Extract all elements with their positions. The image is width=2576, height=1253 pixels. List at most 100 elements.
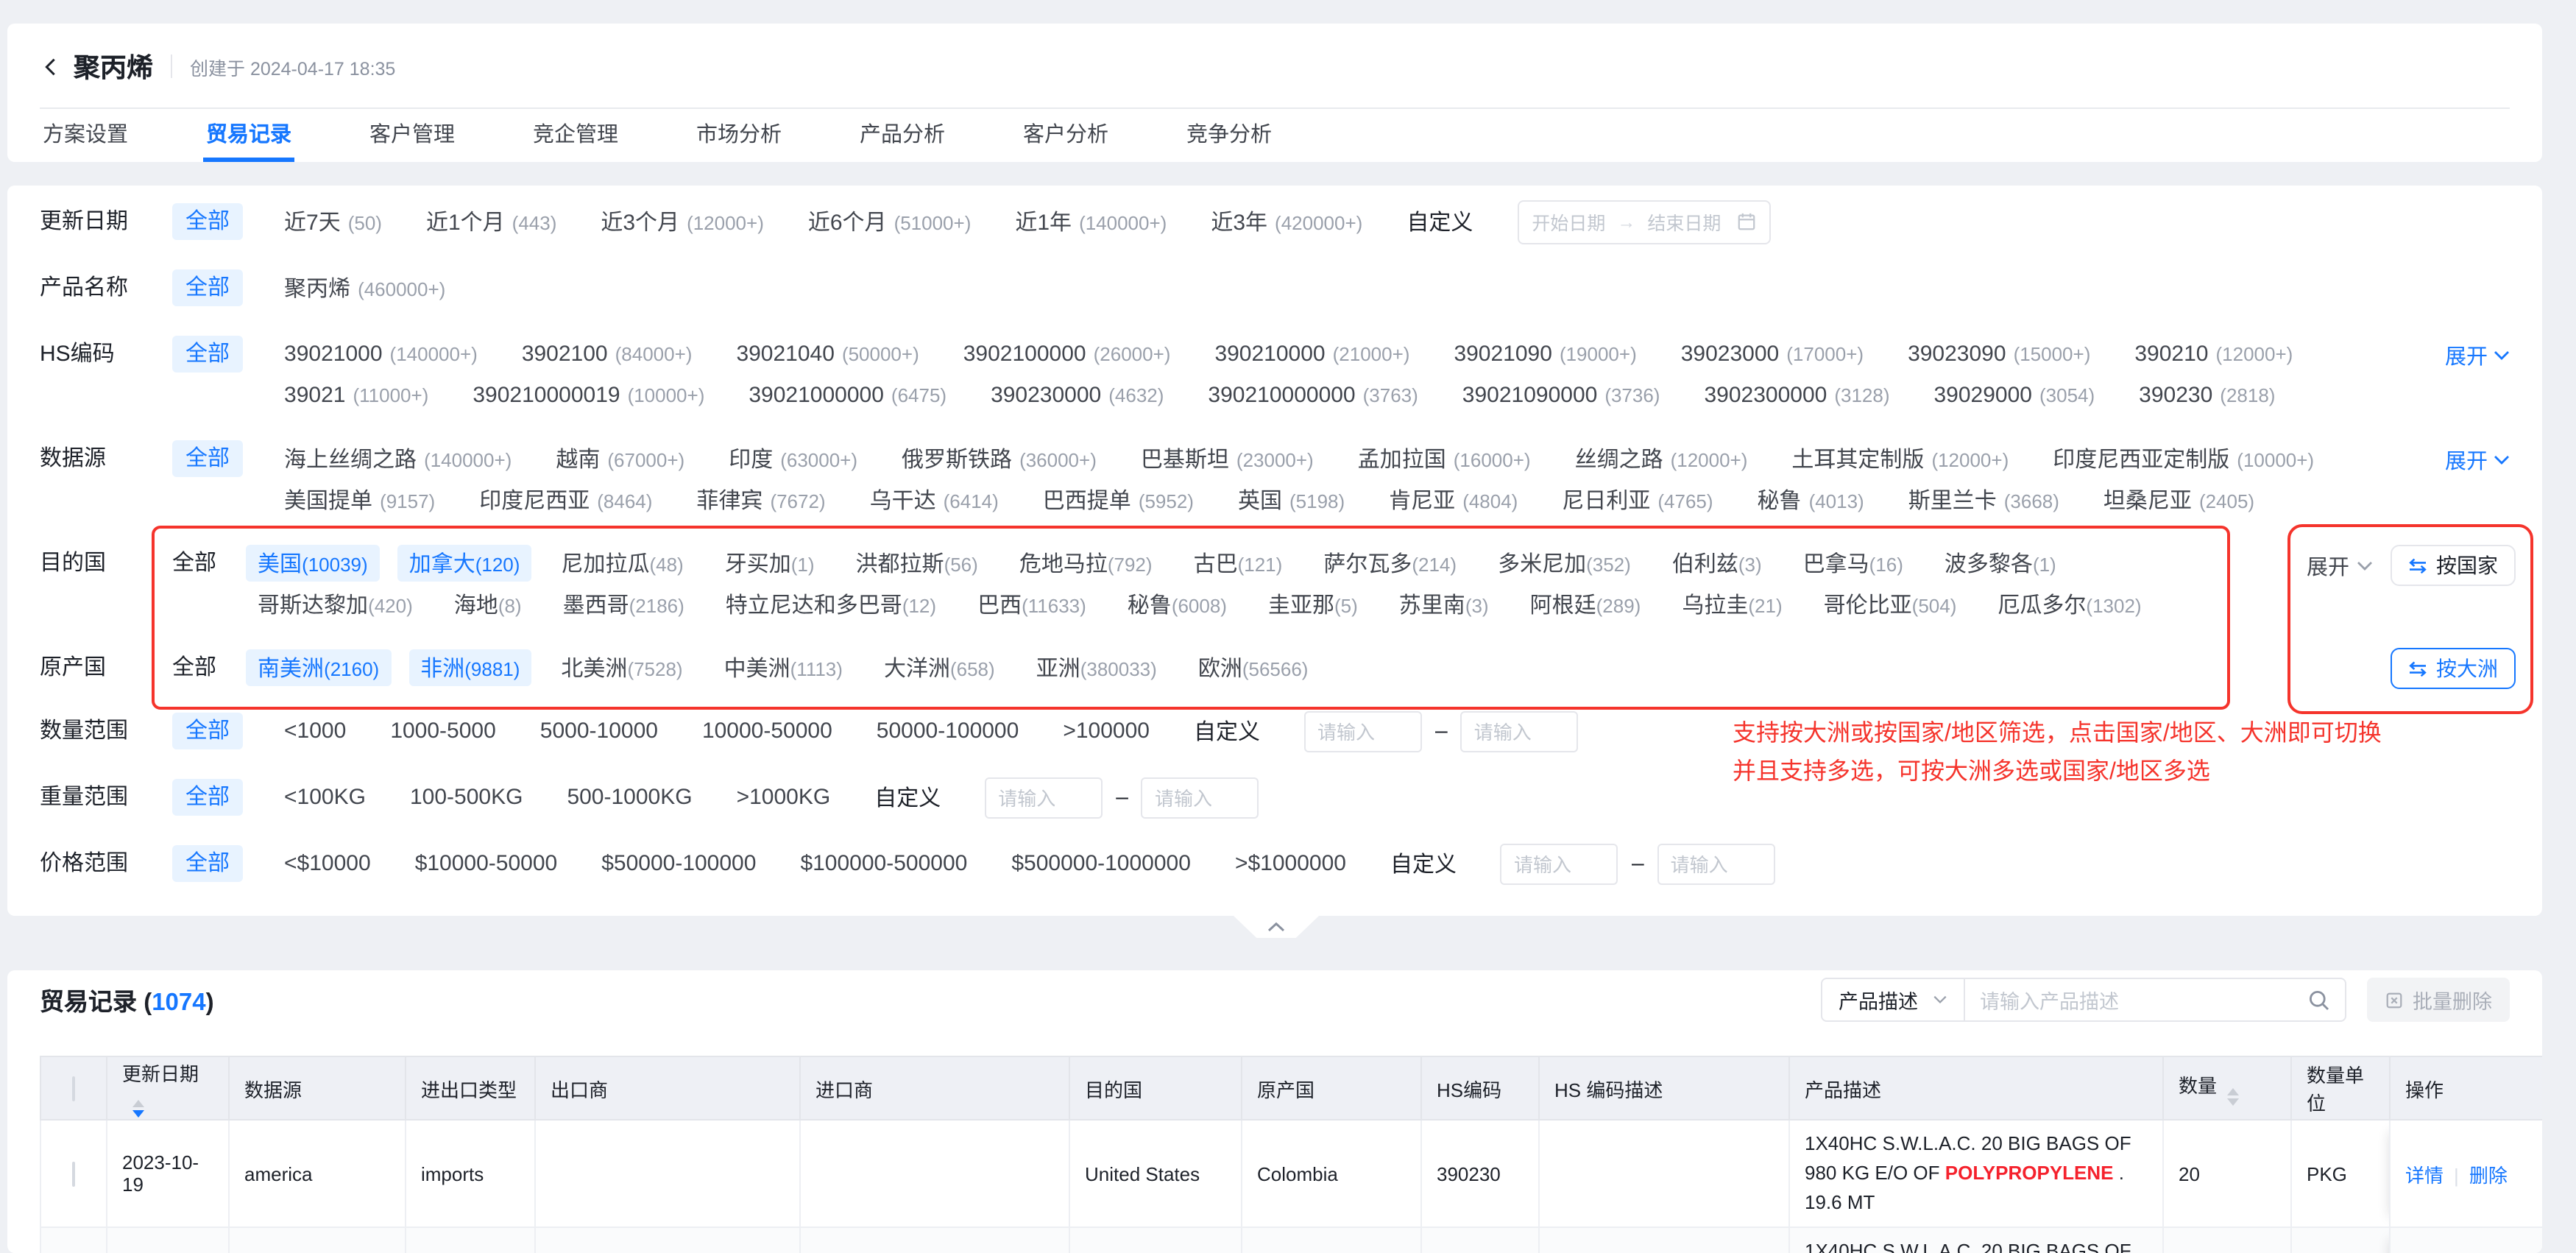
date-range-picker[interactable]: 开始日期→结束日期 (1517, 200, 1770, 244)
tab-贸易记录[interactable]: 贸易记录 (203, 109, 294, 162)
filter-option[interactable]: 巴西(11633) (977, 589, 1086, 620)
tab-产品分析[interactable]: 产品分析 (857, 109, 948, 162)
tab-客户管理[interactable]: 客户管理 (367, 109, 458, 162)
filter-option-custom[interactable]: 自定义 (874, 782, 941, 813)
filter-option[interactable]: 近6个月(51000+) (808, 206, 972, 237)
select-all-checkbox[interactable] (72, 1076, 75, 1101)
filter-option[interactable]: 丝绸之路(12000+) (1575, 443, 1748, 474)
filter-option[interactable]: 加拿大(120) (397, 545, 532, 582)
filter-option[interactable]: 聚丙烯(460000+) (284, 272, 445, 303)
range-max-input[interactable]: 请输入 (1461, 710, 1579, 752)
filter-option[interactable]: 尼加拉瓜(48) (561, 548, 683, 579)
filter-option[interactable]: 10000-50000 (702, 719, 832, 744)
filter-option[interactable]: 100-500KG (410, 785, 523, 810)
filter-option[interactable]: 美国提单(9157) (284, 484, 435, 515)
filter-option[interactable]: 3902100(84000+) (522, 342, 693, 367)
filter-option[interactable]: 萨尔瓦多(214) (1323, 548, 1457, 579)
filter-option[interactable]: 孟加拉国(16000+) (1358, 443, 1531, 474)
filter-option[interactable]: 肯尼亚(4804) (1389, 484, 1518, 515)
filter-option[interactable]: 危地马拉(792) (1019, 548, 1153, 579)
filter-option[interactable]: 牙买加(1) (725, 548, 815, 579)
filter-option-all[interactable]: 全部 (172, 652, 216, 683)
filter-option-all[interactable]: 全部 (172, 336, 243, 373)
filter-option-custom[interactable]: 自定义 (1406, 206, 1473, 237)
filter-option[interactable]: $500000-1000000 (1011, 851, 1191, 876)
filter-option[interactable]: 近1个月(443) (426, 206, 556, 237)
filter-option[interactable]: 39021090000(3736) (1462, 383, 1660, 408)
filter-option[interactable]: 中美洲(1113) (724, 652, 843, 683)
filter-option[interactable]: 墨西哥(2186) (563, 589, 684, 620)
filter-option[interactable]: 3902100000(26000+) (963, 342, 1171, 367)
filter-option[interactable]: <$10000 (284, 851, 371, 876)
filter-option[interactable]: 土耳其定制版(12000+) (1791, 443, 2009, 474)
sort-desc-caret[interactable] (132, 1110, 144, 1118)
detail-link[interactable]: 详情 (2405, 1164, 2444, 1186)
collapse-filters-button[interactable] (1234, 916, 1319, 938)
filter-option[interactable]: 39021090(19000+) (1454, 342, 1636, 367)
filter-option[interactable]: 菲律宾(7672) (696, 484, 825, 515)
range-max-input[interactable]: 请输入 (1657, 843, 1775, 884)
filter-option[interactable]: 波多黎各(1) (1945, 548, 2056, 579)
filter-option[interactable]: 390230(2818) (2139, 383, 2275, 408)
filter-option[interactable]: 北美洲(7528) (561, 652, 682, 683)
filter-option[interactable]: $50000-100000 (601, 851, 756, 876)
row-checkbox[interactable] (72, 1161, 75, 1186)
filter-option[interactable]: 海地(8) (454, 589, 522, 620)
back-icon[interactable] (40, 55, 62, 77)
tab-市场分析[interactable]: 市场分析 (693, 109, 785, 162)
filter-option[interactable]: 洪都拉斯(56) (856, 548, 978, 579)
filter-option[interactable]: >$1000000 (1235, 851, 1346, 876)
filter-option[interactable]: 39023000(17000+) (1681, 342, 1864, 367)
filter-option[interactable]: 近7天(50) (284, 206, 382, 237)
filter-option[interactable]: 尼日利亚(4765) (1562, 484, 1713, 515)
filter-option[interactable]: 古巴(121) (1194, 548, 1283, 579)
filter-option[interactable]: 斯里兰卡(3668) (1908, 484, 2059, 515)
filter-option[interactable]: $100000-500000 (800, 851, 967, 876)
filter-option[interactable]: 39021000000(6475) (749, 383, 946, 408)
filter-option[interactable]: 近3年(420000+) (1211, 206, 1362, 237)
filter-option[interactable]: 印度尼西亚(8464) (479, 484, 652, 515)
filter-option-all[interactable]: 全部 (172, 440, 243, 477)
filter-option[interactable]: 大洋洲(658) (884, 652, 995, 683)
filter-option[interactable]: 乌干达(6414) (870, 484, 999, 515)
expand-link[interactable]: 展开 (2445, 445, 2510, 476)
filter-option[interactable]: 乌拉圭(21) (1682, 589, 1782, 620)
filter-option-all[interactable]: 全部 (172, 548, 216, 579)
expand-link[interactable]: 展开 (2445, 340, 2510, 371)
range-min-input[interactable]: 请输入 (1304, 710, 1422, 752)
filter-option[interactable]: 英国(5198) (1238, 484, 1345, 515)
filter-option-all[interactable]: 全部 (172, 845, 243, 882)
filter-option[interactable]: $10000-50000 (415, 851, 558, 876)
filter-option-all[interactable]: 全部 (172, 713, 243, 749)
filter-option[interactable]: 南美洲(2160) (246, 649, 391, 686)
by-continent-button[interactable]: 按大洲 (2391, 648, 2516, 689)
filter-option[interactable]: 390210000019(10000+) (473, 383, 704, 408)
filter-option[interactable]: 巴拿马(16) (1803, 548, 1903, 579)
filter-option[interactable]: >100000 (1063, 719, 1150, 744)
search-field-select[interactable]: 产品描述 (1822, 979, 1965, 1020)
filter-option[interactable]: 海上丝绸之路(140000+) (284, 443, 512, 474)
filter-option[interactable]: 巴基斯坦(23000+) (1141, 443, 1314, 474)
filter-option[interactable]: 欧洲(56566) (1198, 652, 1309, 683)
tab-方案设置[interactable]: 方案设置 (40, 109, 131, 162)
filter-option[interactable]: 39021000(140000+) (284, 342, 478, 367)
filter-option[interactable]: 390230000(4632) (991, 383, 1164, 408)
filter-option[interactable]: 坦桑尼亚(2405) (2103, 484, 2254, 515)
filter-option-all[interactable]: 全部 (172, 779, 243, 816)
tab-竞争分析[interactable]: 竞争分析 (1183, 109, 1275, 162)
filter-option[interactable]: 3902300000(3128) (1704, 383, 1889, 408)
filter-option[interactable]: 俄罗斯铁路(36000+) (902, 443, 1097, 474)
range-min-input[interactable]: 请输入 (985, 777, 1103, 818)
filter-option[interactable]: 近3个月(12000+) (601, 206, 764, 237)
filter-option[interactable]: 秘鲁(4013) (1758, 484, 1864, 515)
filter-option[interactable]: 39021(11000+) (284, 383, 428, 408)
filter-option[interactable]: 厄瓜多尔(1302) (1998, 589, 2141, 620)
filter-option[interactable]: 390210(12000+) (2134, 342, 2293, 367)
filter-option-all[interactable]: 全部 (172, 269, 243, 306)
sort-desc-caret[interactable] (2227, 1098, 2239, 1106)
filter-option[interactable]: 5000-10000 (540, 719, 658, 744)
filter-option[interactable]: 圭亚那(5) (1268, 589, 1358, 620)
batch-delete-button[interactable]: 批量删除 (2367, 978, 2510, 1022)
by-country-button[interactable]: 按国家 (2391, 545, 2516, 586)
filter-option[interactable]: 特立尼达和多巴哥(12) (726, 589, 936, 620)
